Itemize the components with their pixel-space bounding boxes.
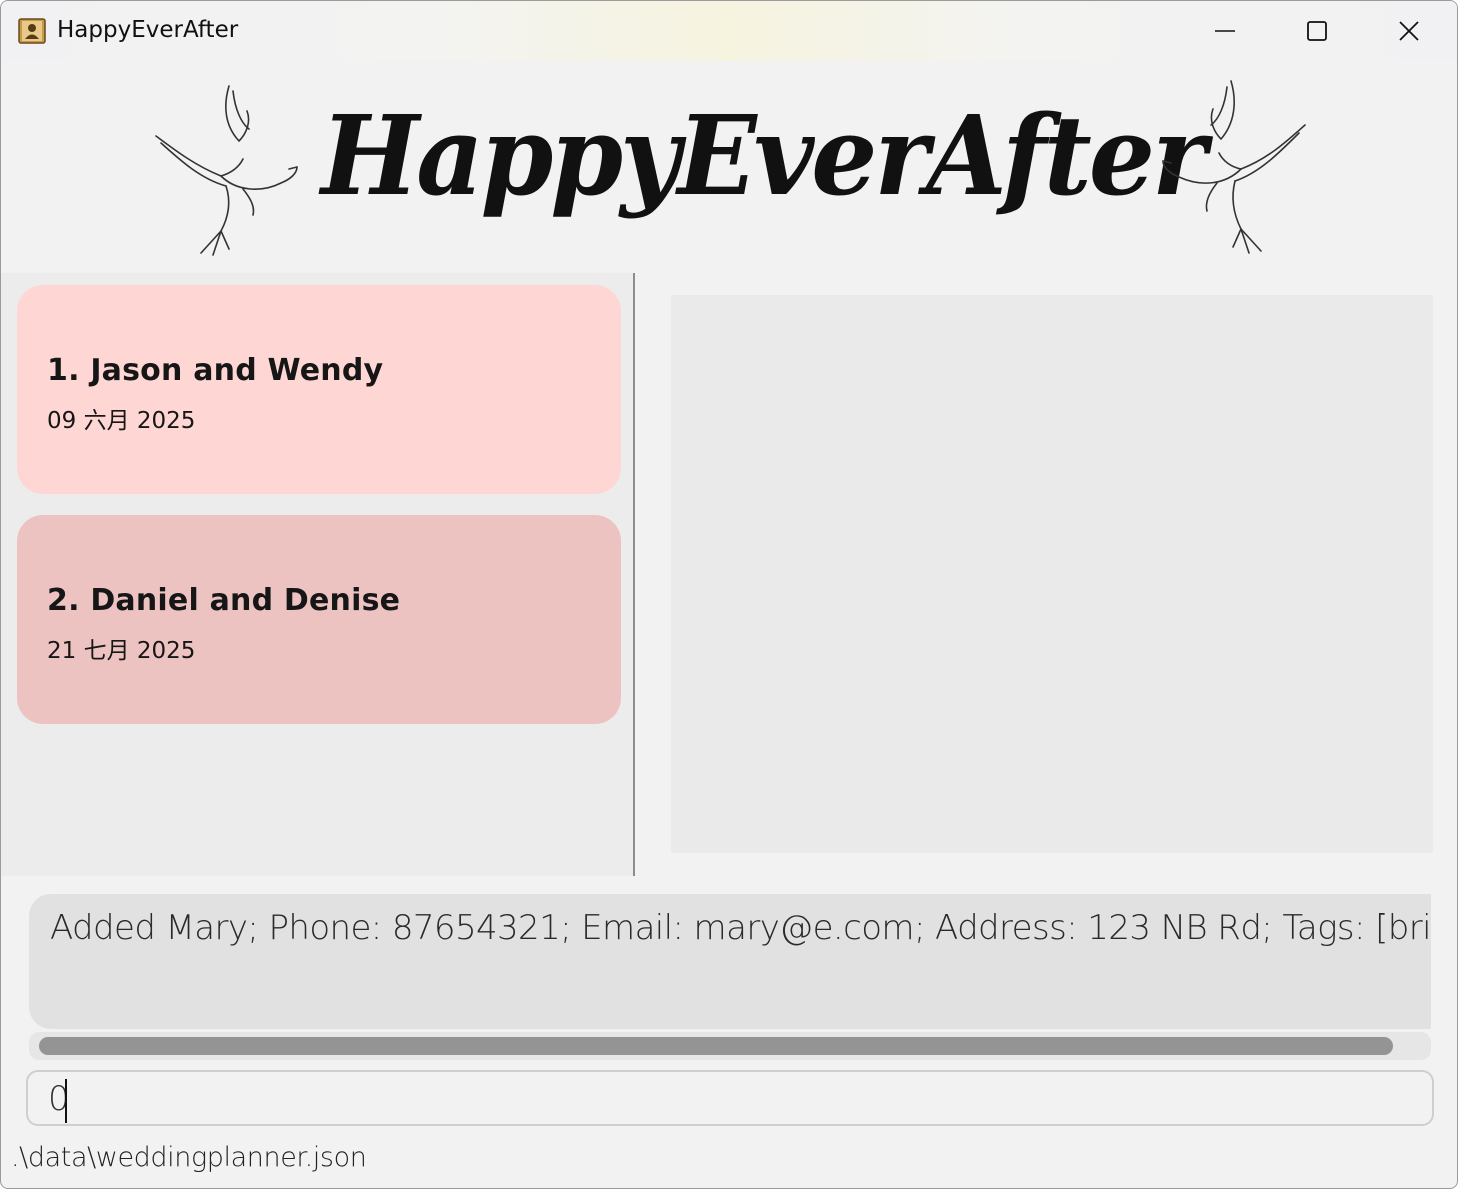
close-icon bbox=[1398, 20, 1420, 42]
dove-icon bbox=[151, 81, 301, 256]
banner-title: HappyEverAfter bbox=[321, 90, 1207, 221]
split-divider[interactable] bbox=[633, 273, 635, 876]
wedding-name: 1. Jason and Wendy bbox=[47, 353, 384, 388]
result-display[interactable]: Added Mary; Phone: 87654321; Email: mary… bbox=[29, 894, 1431, 1029]
address-book-icon bbox=[18, 18, 46, 44]
dove-icon bbox=[1159, 77, 1309, 255]
app-window: HappyEverAfter HappyEverAfter 1. Jason a… bbox=[0, 0, 1458, 1189]
result-text: Added Mary; Phone: 87654321; Email: mary… bbox=[50, 908, 1431, 948]
wedding-list[interactable]: 1. Jason and Wendy 09 六月 2025 2. Daniel … bbox=[1, 273, 633, 876]
banner: HappyEverAfter bbox=[1, 61, 1457, 271]
wedding-date: 09 六月 2025 bbox=[47, 408, 196, 434]
text-caret bbox=[65, 1079, 67, 1123]
command-input[interactable] bbox=[48, 1078, 1408, 1120]
horizontal-scrollbar[interactable] bbox=[29, 1032, 1431, 1060]
maximize-icon bbox=[1306, 20, 1328, 42]
title-bar[interactable]: HappyEverAfter bbox=[1, 1, 1457, 61]
scrollbar-thumb[interactable] bbox=[39, 1037, 1393, 1055]
command-box[interactable] bbox=[26, 1070, 1434, 1126]
window-title: HappyEverAfter bbox=[57, 17, 239, 43]
minimize-button[interactable] bbox=[1179, 1, 1271, 61]
minimize-icon bbox=[1214, 20, 1236, 42]
wedding-card[interactable]: 1. Jason and Wendy 09 六月 2025 bbox=[17, 285, 621, 494]
status-bar-file-path: .\data\weddingplanner.json bbox=[11, 1142, 367, 1173]
wedding-card[interactable]: 2. Daniel and Denise 21 七月 2025 bbox=[17, 515, 621, 724]
detail-content-area bbox=[671, 295, 1433, 853]
maximize-button[interactable] bbox=[1271, 1, 1363, 61]
close-button[interactable] bbox=[1363, 1, 1455, 61]
wedding-name: 2. Daniel and Denise bbox=[47, 583, 401, 618]
wedding-date: 21 七月 2025 bbox=[47, 638, 196, 664]
